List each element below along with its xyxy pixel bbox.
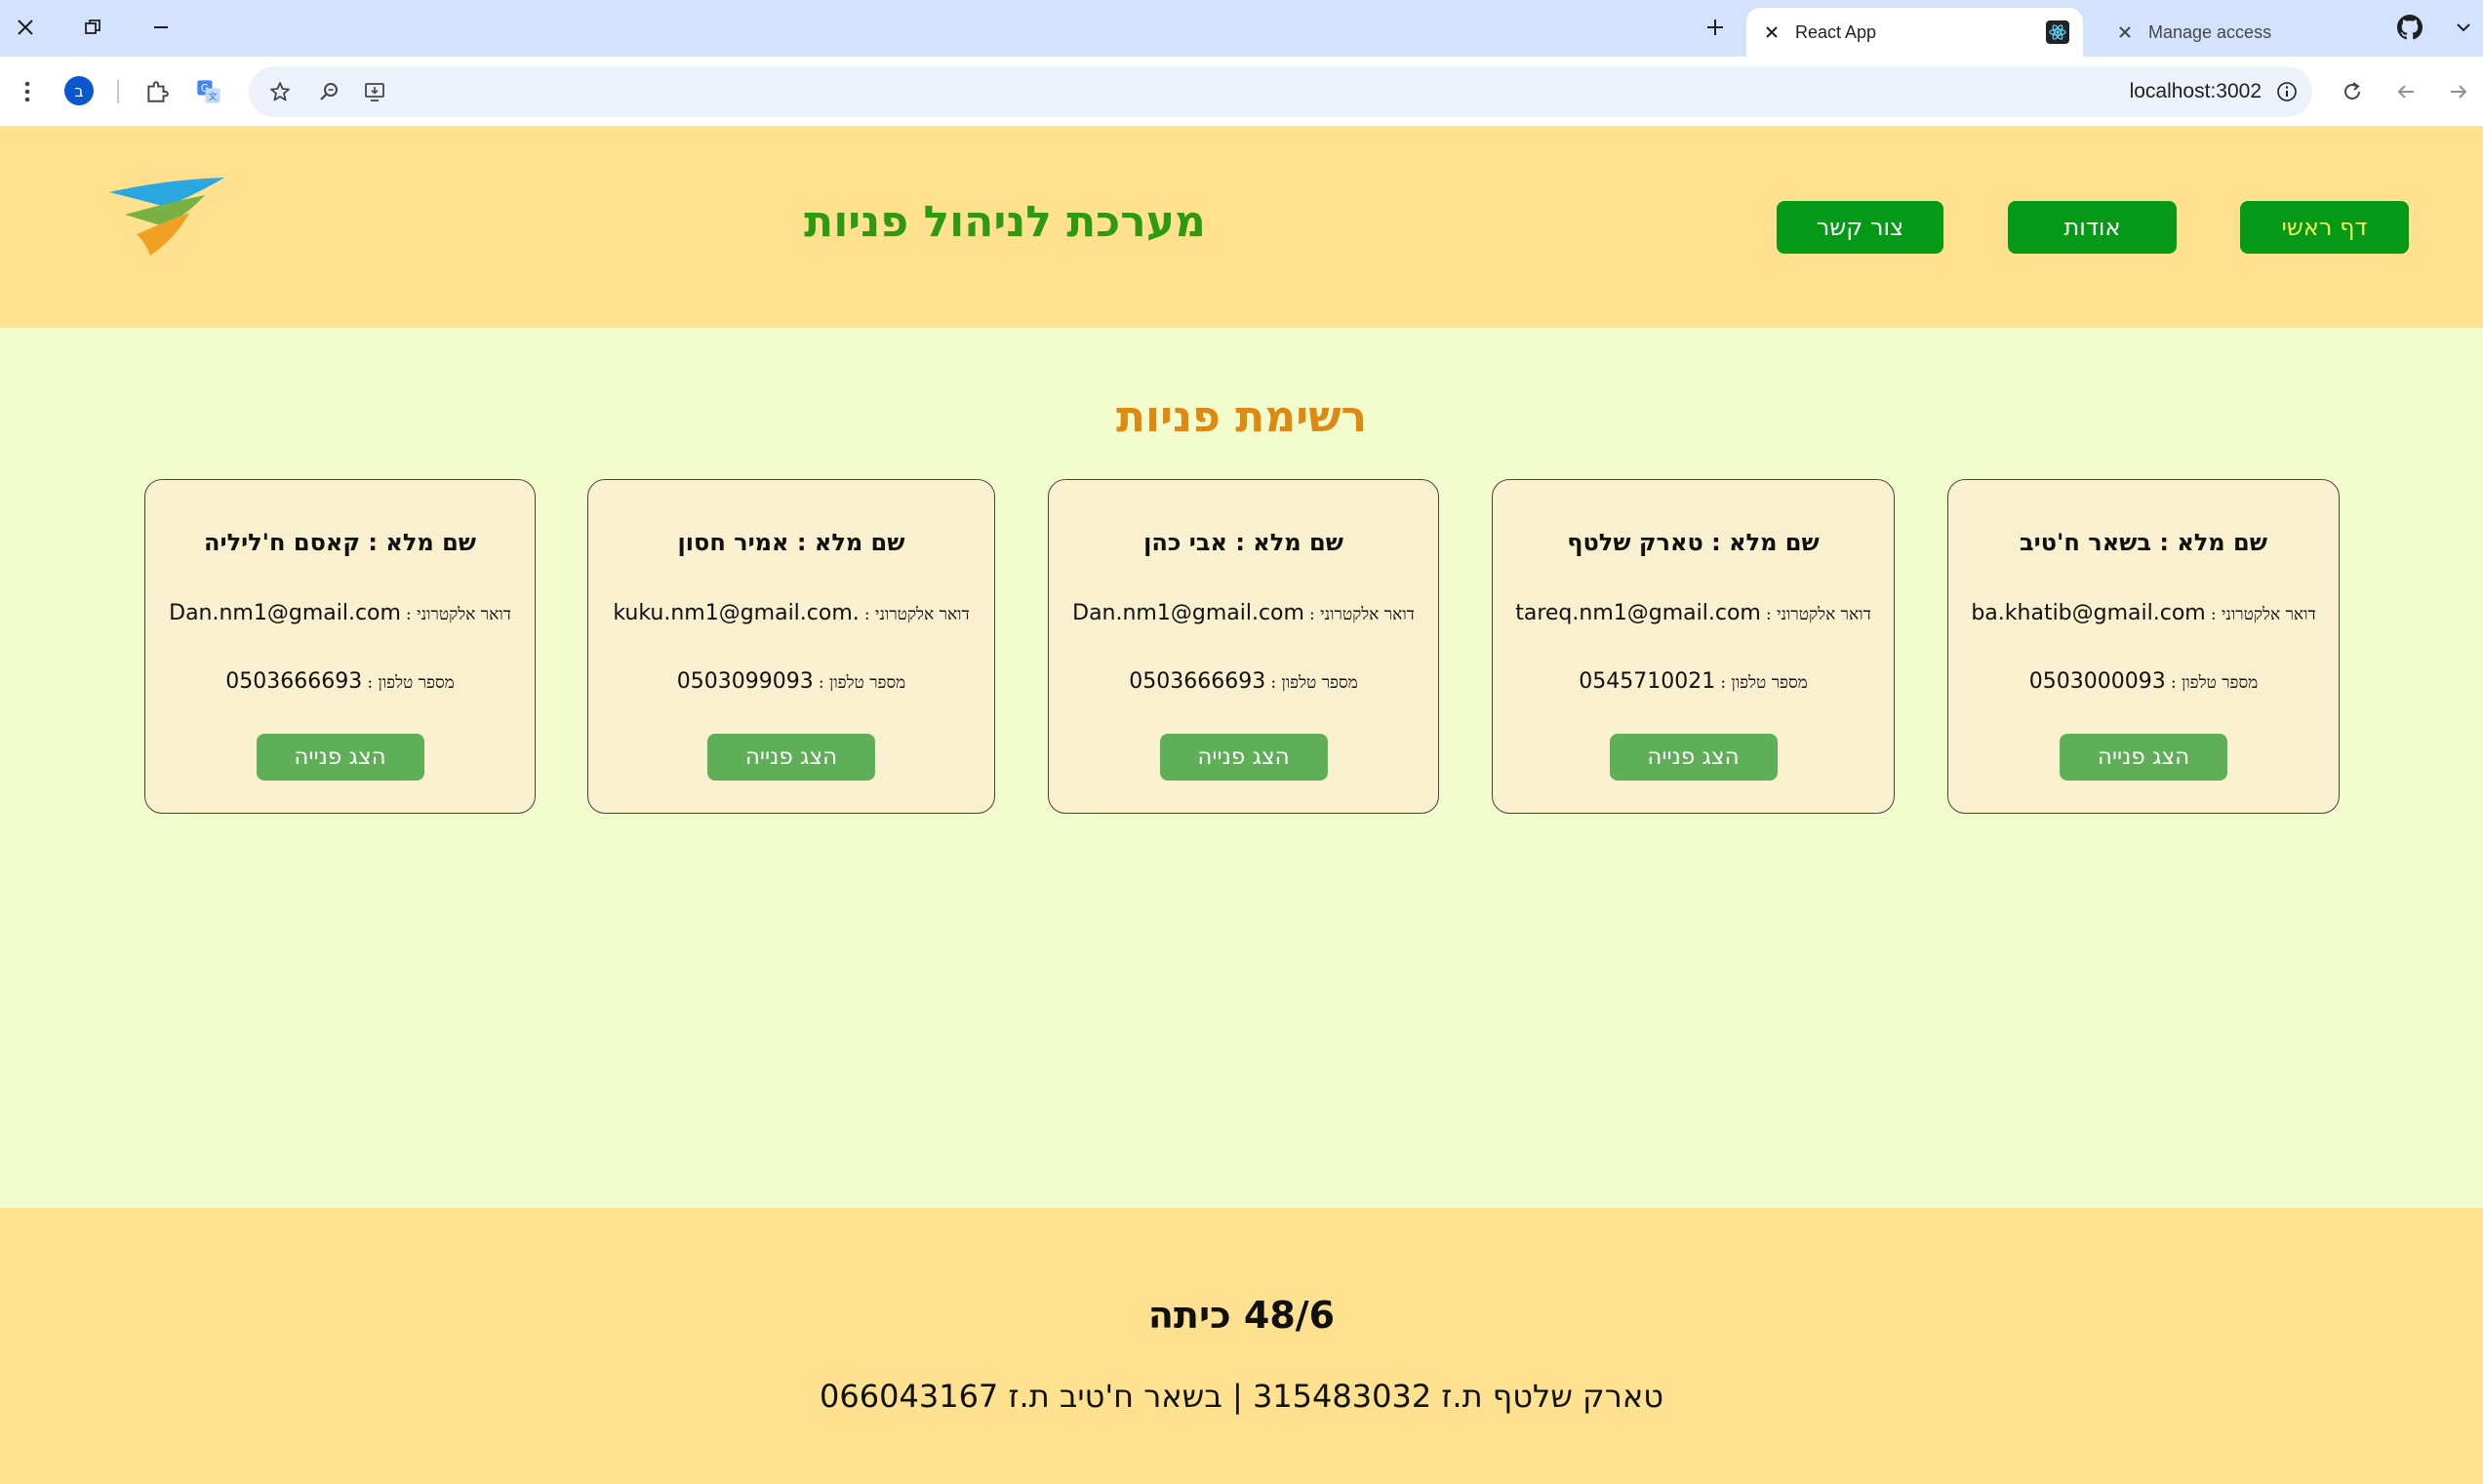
browser-toolbar: ב G文 localhost:3002 (0, 57, 2483, 127)
card-email-row: דואר אלקטרוני : tareq.nm1@gmail.com (1493, 601, 1894, 625)
email-value: Dan.nm1@gmail.com (169, 601, 401, 625)
nav-home-button[interactable]: דף ראשי (2240, 201, 2409, 254)
inquiry-card: שם מלא : אבי כהן דואר אלקטרוני : Dan.nm1… (1048, 479, 1439, 814)
card-full-name: שם מלא : טארק שלטף (1493, 529, 1894, 556)
inquiry-card: שם מלא : טארק שלטף דואר אלקטרוני : tareq… (1492, 479, 1895, 814)
show-inquiry-button[interactable]: הצג פנייה (256, 734, 424, 781)
card-email-row: דואר אלקטרוני : kuku.nm1@gmail.com. (588, 601, 994, 625)
email-value: kuku.nm1@gmail.com. (613, 601, 860, 625)
app-header: מערכת לניהול פניות צור קשר אודות דף ראשי (0, 127, 2483, 328)
card-full-name: שם מלא : אבי כהן (1049, 529, 1438, 556)
full-name-value: בשאר ח'טיב (2020, 529, 2151, 556)
full-name-label: שם מלא : (368, 529, 476, 556)
window-restore-icon[interactable] (73, 8, 112, 47)
tab-title: React App (1795, 21, 1877, 42)
email-label: דואר אלקטרוני : (1309, 605, 1415, 624)
phone-label: מספר טלפון : (2170, 673, 2259, 693)
reload-icon[interactable] (2335, 74, 2370, 109)
card-full-name: שם מלא : קאסם ח'ליליה (145, 529, 535, 556)
phone-label: מספר טלפון : (1720, 673, 1808, 693)
inquiries-list-title: רשימת פניות (1115, 392, 1368, 442)
svg-text:文: 文 (208, 91, 217, 102)
card-phone-row: מספר טלפון : 0503666693 (1049, 669, 1438, 694)
card-phone-row: מספר טלפון : 0545710021 (1493, 669, 1894, 694)
card-phone-row: מספר טלפון : 0503000093 (1948, 669, 2339, 694)
forward-arrow-icon[interactable] (2441, 74, 2476, 109)
browser-tab-bar: React App Manage access (0, 0, 2483, 57)
inquiry-card: שם מלא : אמיר חסון דואר אלקטרוני : kuku.… (587, 479, 995, 814)
card-full-name: שם מלא : בשאר ח'טיב (1948, 529, 2339, 556)
phone-value: 0503666693 (225, 669, 363, 694)
card-phone-row: מספר טלפון : 0503666693 (145, 669, 535, 694)
email-value: ba.khatib@gmail.com (1971, 601, 2206, 625)
show-inquiry-button[interactable]: הצג פנייה (1159, 734, 1328, 781)
phone-label: מספר טלפון : (367, 673, 455, 693)
nav-contact-button[interactable]: צור קשר (1777, 201, 1943, 254)
footer: 48/6 כיתה טארק שלטף ת.ז 315483032 | בשאר… (0, 1208, 2483, 1484)
phone-label: מספר טלפון : (818, 673, 906, 693)
card-phone-row: מספר טלפון : 0503099093 (588, 669, 994, 694)
site-title: מערכת לניהול פניות (804, 197, 1206, 247)
tab-title: Manage access (2148, 21, 2272, 42)
phone-value: 0545710021 (1579, 669, 1716, 694)
install-app-icon[interactable] (358, 74, 393, 109)
show-inquiry-button[interactable]: הצג פנייה (707, 734, 875, 781)
window-close-icon[interactable] (6, 8, 45, 47)
full-name-value: אבי כהן (1143, 529, 1227, 556)
full-name-label: שם מלא : (1235, 529, 1343, 556)
new-tab-icon[interactable] (1696, 8, 1735, 47)
tab-manage-access[interactable]: Manage access (2098, 8, 2381, 57)
full-name-label: שם מלא : (796, 529, 905, 556)
tab-search-chevron-icon[interactable] (2444, 8, 2483, 47)
main-content: רשימת פניות שם מלא : בשאר ח'טיב דואר אלק… (0, 328, 2483, 1208)
full-name-value: אמיר חסון (677, 529, 789, 556)
logo[interactable] (107, 178, 229, 265)
email-label: דואר אלקטרוני : (863, 605, 970, 624)
phone-value: 0503000093 (2028, 669, 2166, 694)
footer-class-label: 48/6 כיתה (1147, 1294, 1336, 1337)
show-inquiry-button[interactable]: הצג פנייה (1609, 734, 1778, 781)
full-name-value: קאסם ח'ליליה (204, 529, 361, 556)
react-favicon-icon (2046, 20, 2069, 44)
inquiry-card: שם מלא : קאסם ח'ליליה דואר אלקטרוני : Da… (144, 479, 536, 814)
show-inquiry-button[interactable]: הצג פנייה (2060, 734, 2227, 781)
extensions-puzzle-icon[interactable] (140, 74, 175, 109)
url-text: localhost:3002 (2129, 80, 2262, 102)
site-info-icon[interactable] (2273, 78, 2301, 105)
github-icon (2390, 8, 2429, 47)
full-name-label: שם מלא : (2159, 529, 2267, 556)
email-value: tareq.nm1@gmail.com (1515, 601, 1761, 625)
bookmark-star-icon[interactable] (262, 74, 298, 109)
window-minimize-icon[interactable] (141, 8, 180, 47)
nav-about-button[interactable]: אודות (2008, 201, 2177, 254)
tab-close-icon[interactable] (1760, 20, 1783, 44)
full-name-value: טארק שלטף (1567, 529, 1703, 556)
card-email-row: דואר אלקטרוני : ba.khatib@gmail.com (1948, 601, 2339, 625)
toolbar-divider (117, 80, 119, 103)
zoom-icon[interactable] (311, 74, 346, 109)
card-email-row: דואר אלקטרוני : Dan.nm1@gmail.com (145, 601, 535, 625)
email-value: Dan.nm1@gmail.com (1072, 601, 1304, 625)
footer-authors: טארק שלטף ת.ז 315483032 | בשאר ח'טיב ת.ז… (820, 1378, 1663, 1415)
phone-value: 0503666693 (1129, 669, 1266, 694)
profile-avatar[interactable]: ב (64, 76, 94, 105)
email-label: דואר אלקטרוני : (1765, 605, 1871, 624)
card-full-name: שם מלא : אמיר חסון (588, 529, 994, 556)
email-label: דואר אלקטרוני : (2210, 605, 2316, 624)
translate-icon[interactable]: G文 (191, 74, 226, 109)
card-email-row: דואר אלקטרוני : Dan.nm1@gmail.com (1049, 601, 1438, 625)
menu-kebab-icon[interactable] (10, 74, 45, 109)
back-arrow-icon[interactable] (2388, 74, 2423, 109)
omnibox[interactable]: localhost:3002 (249, 66, 2312, 117)
email-label: דואר אלקטרוני : (406, 605, 511, 624)
phone-value: 0503099093 (676, 669, 814, 694)
inquiry-card: שם מלא : בשאר ח'טיב דואר אלקטרוני : ba.k… (1947, 479, 2340, 814)
tab-close-icon[interactable] (2113, 20, 2137, 44)
phone-label: מספר טלפון : (1270, 673, 1358, 693)
tab-react-app[interactable]: React App (1746, 8, 2083, 57)
full-name-label: שם מלא : (1711, 529, 1820, 556)
